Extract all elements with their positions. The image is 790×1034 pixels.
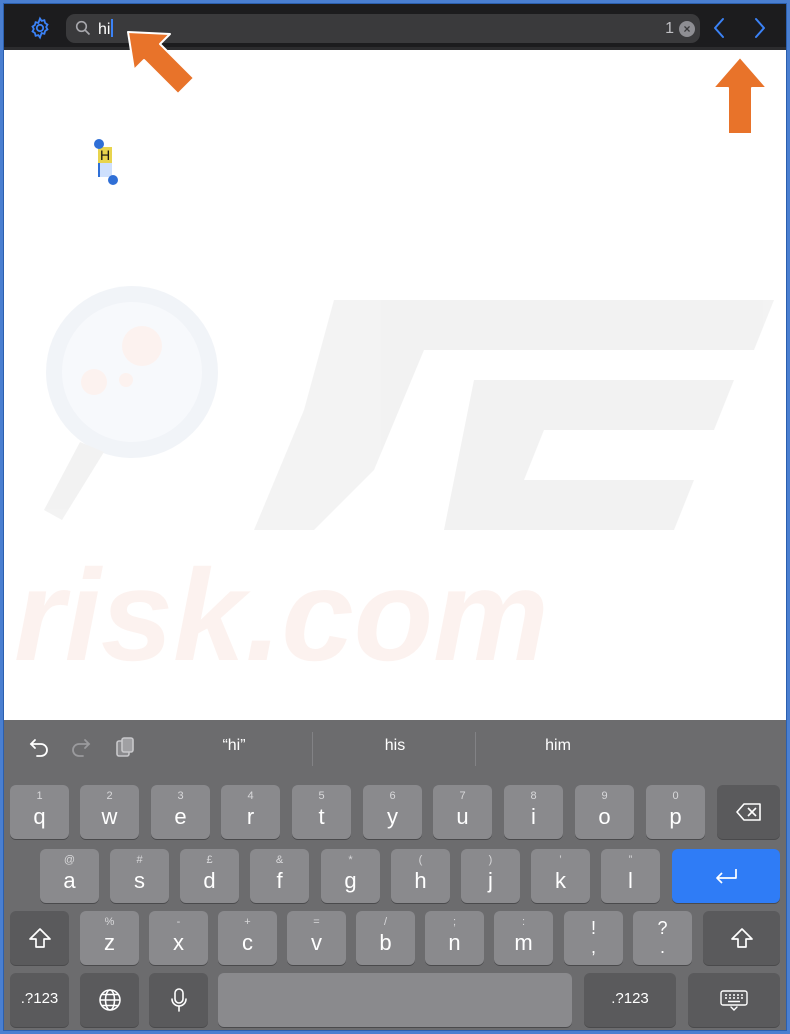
suggestion-3[interactable]: him (478, 737, 638, 755)
document-page[interactable]: risk.com H (4, 50, 786, 720)
key-x[interactable]: -x (149, 911, 208, 965)
key-y[interactable]: 6y (363, 785, 422, 839)
space-key[interactable] (218, 973, 572, 1027)
search-query: hi (98, 19, 114, 39)
suggestion-divider (475, 732, 476, 766)
text-cursor (111, 19, 114, 37)
watermark-text: risk.com (14, 542, 549, 688)
search-match[interactable]: H (94, 139, 118, 185)
key-d[interactable]: £ d (180, 849, 239, 903)
key-m[interactable]: :m (494, 911, 553, 965)
shift-key-right[interactable] (703, 911, 780, 965)
return-key[interactable] (672, 849, 780, 903)
screen-frame: hi 1 × risk.com H “hi” his him 1 q 2 w 3… (3, 3, 787, 1031)
key-n[interactable]: ; n (425, 911, 484, 965)
key-e[interactable]: 3e (151, 785, 210, 839)
previous-match-button[interactable] (708, 16, 732, 40)
numbers-key-right[interactable]: .?123 (584, 973, 676, 1027)
return-icon (716, 869, 737, 884)
shift-icon (730, 928, 753, 948)
key-j[interactable]: ) j (461, 849, 520, 903)
suggestion-bar: “hi” his him (4, 720, 786, 776)
key-u[interactable]: 7u (433, 785, 492, 839)
watermark-logo: risk.com (14, 286, 774, 688)
key-question-period[interactable]: ?. (633, 911, 692, 965)
key-q[interactable]: 1q (10, 785, 69, 839)
key-o[interactable]: 9o (575, 785, 634, 839)
selection-handle-end[interactable] (108, 175, 118, 185)
dismiss-keyboard-key[interactable] (688, 973, 780, 1027)
key-c[interactable]: + c (218, 911, 277, 965)
key-b[interactable]: / b (356, 911, 415, 965)
delete-key[interactable] (717, 785, 780, 839)
key-k[interactable]: ’ k (531, 849, 590, 903)
key-l[interactable]: ” l (601, 849, 660, 903)
clipboard-icon[interactable] (114, 736, 136, 758)
clear-search-icon[interactable]: × (679, 21, 695, 37)
key-exclamation-comma[interactable]: !, (564, 911, 623, 965)
chevron-left-icon (714, 18, 724, 38)
search-input[interactable]: hi 1 × (66, 14, 700, 43)
key-z[interactable]: % z (80, 911, 139, 965)
key-f[interactable]: & f (250, 849, 309, 903)
globe-icon (98, 989, 121, 1011)
key-v[interactable]: = v (287, 911, 346, 965)
find-bar: hi 1 × (4, 4, 786, 50)
dictation-key[interactable] (149, 973, 208, 1027)
selection-handle-start[interactable] (94, 139, 104, 149)
key-a[interactable]: @ a (40, 849, 99, 903)
undo-icon[interactable] (28, 736, 50, 758)
next-match-button[interactable] (747, 16, 771, 40)
backspace-icon (735, 803, 761, 821)
on-screen-keyboard: “hi” his him 1q 2w 3e 4r 5t 6y 7u 8i 9o … (4, 720, 786, 1030)
gear-icon[interactable] (28, 16, 52, 40)
redo-icon[interactable] (70, 736, 92, 758)
key-p[interactable]: 0p (646, 785, 705, 839)
key-g[interactable]: * g (321, 849, 380, 903)
match-count: 1 (665, 20, 674, 37)
suggestion-divider (312, 732, 313, 766)
search-icon (75, 20, 91, 36)
key-w[interactable]: 2w (80, 785, 139, 839)
suggestion-1[interactable]: “hi” (154, 737, 314, 755)
keyboard-dismiss-icon (720, 990, 748, 1011)
suggestion-2[interactable]: his (315, 737, 475, 755)
match-highlight: H (98, 147, 112, 163)
globe-key[interactable] (80, 973, 139, 1027)
shift-icon (28, 928, 51, 948)
key-t[interactable]: 5t (292, 785, 351, 839)
key-s[interactable]: # s (110, 849, 169, 903)
key-r[interactable]: 4r (221, 785, 280, 839)
chevron-right-icon (755, 18, 765, 38)
key-i[interactable]: 8i (504, 785, 563, 839)
microphone-icon (170, 988, 187, 1012)
numbers-key-left[interactable]: .?123 (10, 973, 69, 1027)
shift-key-left[interactable] (10, 911, 69, 965)
key-h[interactable]: (h (391, 849, 450, 903)
